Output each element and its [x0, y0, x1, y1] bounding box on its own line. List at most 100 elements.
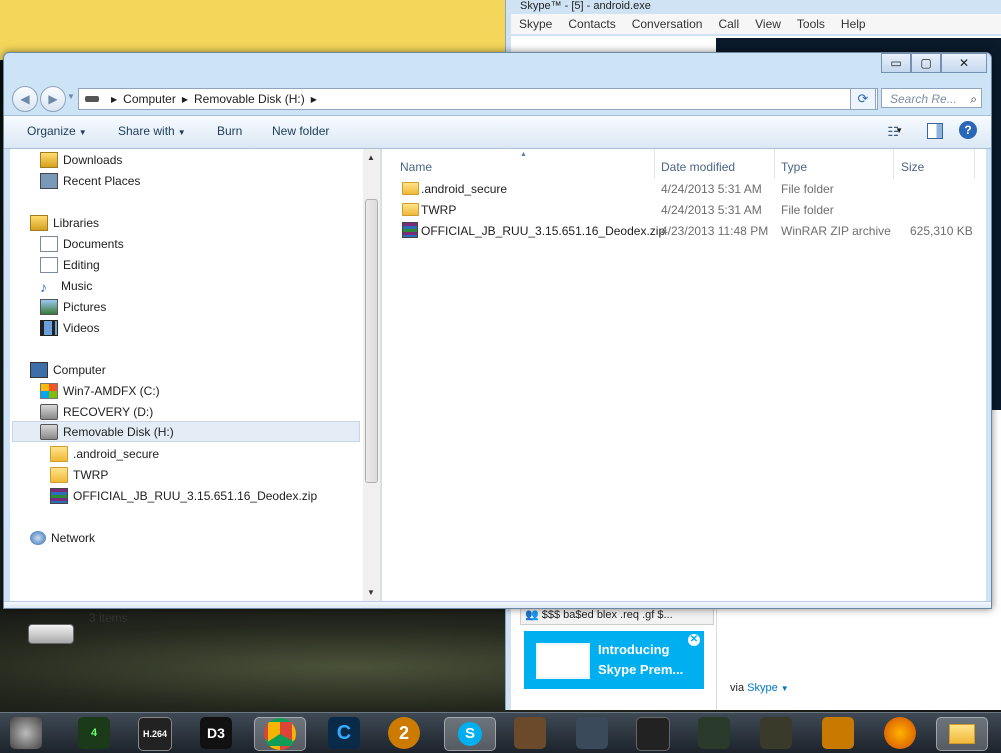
help-icon[interactable]: ? [959, 121, 977, 139]
breadcrumb-separator-icon[interactable]: ▶ [182, 95, 188, 104]
forward-button[interactable]: ▶ [40, 86, 66, 112]
scroll-thumb[interactable] [365, 199, 378, 483]
network-icon [30, 530, 46, 545]
nav-item-network[interactable]: Network [30, 527, 95, 548]
app-4-icon[interactable]: 4 [78, 717, 110, 749]
column-header-size[interactable]: Size [901, 155, 924, 179]
nav-item-music[interactable]: ♪ Music [40, 275, 92, 296]
media-icon[interactable] [636, 717, 670, 751]
close-button[interactable]: ✕ [941, 53, 987, 73]
app-2-icon[interactable]: 2 [388, 717, 420, 749]
ad-line2: Skype Prem... [598, 662, 684, 677]
nav-item-pictures[interactable]: Pictures [40, 296, 106, 317]
crysis-icon[interactable] [698, 717, 730, 749]
title-bar[interactable]: ▭ ▢ ✕ [4, 53, 991, 81]
explorer-window[interactable]: ▭ ▢ ✕ ◀ ▶ ▼ ▶ Computer ▶ Removable Disk … [3, 52, 992, 644]
column-header-name[interactable]: Name [400, 155, 432, 179]
app-c-icon[interactable]: C [328, 717, 360, 749]
nav-item-zip[interactable]: OFFICIAL_JB_RUU_3.15.651.16_Deodex.zip [50, 485, 317, 506]
column-header-date[interactable]: Date modified [661, 155, 735, 179]
nav-label: Win7-AMDFX (C:) [63, 383, 160, 398]
removable-drive-icon [28, 624, 74, 644]
chrome-icon[interactable] [254, 717, 306, 751]
nav-item-drive-d[interactable]: RECOVERY (D:) [40, 401, 153, 422]
address-bar[interactable]: ▶ Computer ▶ Removable Disk (H:) ▶ ▼ [78, 88, 878, 110]
folder-icon [50, 445, 68, 462]
file-row[interactable]: .android_secure 4/24/2013 5:31 AM File f… [398, 179, 978, 200]
organize-button[interactable]: Organize ▼ [27, 124, 87, 138]
skype-menu-help[interactable]: Help [833, 14, 874, 34]
cs-icon[interactable] [822, 717, 854, 749]
share-with-button[interactable]: Share with ▼ [118, 124, 186, 138]
pictures-icon [40, 298, 58, 315]
skype-menu-skype[interactable]: Skype [511, 14, 560, 34]
file-date: 4/23/2013 11:48 PM [661, 224, 769, 238]
winrar-zip-icon [50, 487, 68, 504]
skype-menu-view[interactable]: View [747, 14, 789, 34]
nav-item-recent-places[interactable]: Recent Places [40, 170, 140, 191]
file-row[interactable]: OFFICIAL_JB_RUU_3.15.651.16_Deodex.zip 4… [398, 221, 978, 242]
file-row[interactable]: TWRP 4/24/2013 5:31 AM File folder [398, 200, 978, 221]
nav-item-documents[interactable]: Documents [40, 233, 124, 254]
firefox-icon[interactable] [884, 717, 916, 749]
column-divider[interactable] [774, 149, 775, 179]
chevron-down-icon: ▼ [78, 128, 87, 137]
skype-menu-contacts[interactable]: Contacts [560, 14, 623, 34]
breadcrumb-removable-disk[interactable]: Removable Disk (H:) [194, 92, 305, 106]
breadcrumb-separator-icon[interactable]: ▶ [111, 95, 117, 104]
minimize-button[interactable]: ▭ [881, 53, 911, 73]
nav-item-computer[interactable]: Computer [30, 359, 106, 380]
libraries-icon [30, 214, 48, 231]
nav-label: Editing [63, 257, 100, 272]
desktop-background-window [0, 0, 505, 60]
chevron-down-icon[interactable]: ▼ [895, 126, 903, 135]
mw-icon[interactable] [760, 717, 792, 749]
nav-item-drive-h[interactable]: Removable Disk (H:) [12, 421, 360, 442]
maximize-button[interactable]: ▢ [911, 53, 941, 73]
scroll-down-icon[interactable]: ▼ [367, 588, 375, 597]
nav-label: Videos [63, 320, 100, 335]
new-folder-button[interactable]: New folder [272, 124, 329, 138]
skype-menu-conversation[interactable]: Conversation [624, 14, 711, 34]
scroll-up-icon[interactable]: ▲ [367, 153, 375, 162]
breadcrumb-computer[interactable]: Computer [123, 92, 176, 106]
nav-item-downloads[interactable]: Downloads [40, 149, 122, 170]
nav-label: Pictures [63, 299, 107, 314]
file-date: 4/24/2013 5:31 AM [661, 203, 762, 217]
game-icon[interactable] [514, 717, 546, 749]
skype-premium-ad[interactable]: Introducing Skype Prem... ✕ [524, 631, 704, 689]
recent-pages-chevron-icon[interactable]: ▼ [67, 92, 75, 101]
drive-icon [85, 96, 99, 102]
skype-icon[interactable]: S [444, 717, 496, 751]
d3-icon[interactable]: D3 [200, 717, 232, 749]
explorer-icon[interactable] [936, 717, 988, 751]
nav-scrollbar[interactable]: ▲ ▼ [363, 149, 380, 601]
skype-menu-call[interactable]: Call [710, 14, 747, 34]
soldier-icon[interactable] [576, 717, 608, 749]
search-icon[interactable]: ⌕ [970, 89, 977, 109]
nav-item-editing[interactable]: Editing [40, 254, 100, 275]
preview-pane-icon[interactable] [927, 123, 943, 139]
via-skype-link[interactable]: Skype [747, 682, 778, 694]
column-divider[interactable] [654, 149, 655, 179]
refresh-button[interactable]: ⟳ [850, 88, 876, 110]
nav-item-android-secure[interactable]: .android_secure [50, 443, 159, 464]
back-button[interactable]: ◀ [12, 86, 38, 112]
skype-menu-tools[interactable]: Tools [789, 14, 833, 34]
column-divider[interactable] [974, 149, 975, 179]
nav-label: Documents [63, 236, 124, 251]
h264-icon[interactable]: H.264 [138, 717, 172, 751]
steam-icon[interactable] [10, 717, 42, 749]
file-type: File folder [781, 203, 834, 217]
breadcrumb-separator-icon[interactable]: ▶ [311, 95, 317, 104]
file-list: ▲ Name Date modified Type Size .android_… [381, 149, 986, 601]
column-header-type[interactable]: Type [781, 155, 807, 179]
nav-item-libraries[interactable]: Libraries [30, 212, 99, 233]
nav-item-drive-c[interactable]: Win7-AMDFX (C:) [40, 380, 160, 401]
close-icon[interactable]: ✕ [688, 634, 700, 646]
nav-item-twrp[interactable]: TWRP [50, 464, 108, 485]
nav-item-videos[interactable]: Videos [40, 317, 99, 338]
column-divider[interactable] [893, 149, 894, 179]
burn-button[interactable]: Burn [217, 124, 242, 138]
search-input[interactable]: Search Re... ⌕ [881, 88, 982, 108]
